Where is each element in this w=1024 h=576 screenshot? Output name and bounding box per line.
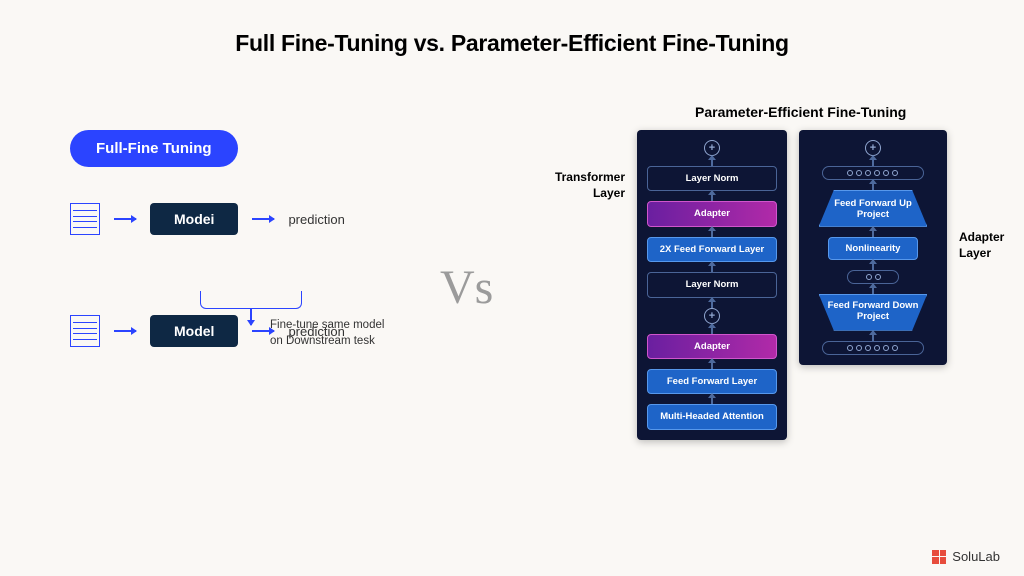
layer-norm-box: Layer Norm [647, 272, 777, 297]
bracket-icon [200, 291, 302, 309]
flow-row-bottom: Model prediction [70, 315, 345, 347]
flow-row-top: Modei prediction [70, 203, 345, 235]
arrow-up-icon [711, 191, 713, 201]
layer-norm-box: Layer Norm [647, 166, 777, 191]
transformer-panel: + Layer Norm Adapter 2X Feed Forward Lay… [637, 130, 787, 440]
vs-label: Vs [440, 260, 493, 315]
model-box-bottom: Model [150, 315, 238, 347]
feed-forward-box: Feed Forward Layer [647, 369, 777, 394]
arrow-up-icon [711, 359, 713, 369]
plus-node-icon: + [704, 308, 720, 324]
diagram-stage: Full-Fine Tuning Modei prediction Fine-t… [0, 90, 1024, 576]
multi-head-attention-box: Multi-Headed Attention [647, 404, 777, 429]
plus-node-icon: + [865, 140, 881, 156]
feed-forward-2x-box: 2X Feed Forward Layer [647, 237, 777, 262]
arrow-up-icon [711, 298, 713, 308]
arrow-right-icon [114, 218, 136, 220]
feed-forward-down-project-box: Feed Forward Down Project [819, 294, 928, 331]
adapter-panel: + Feed Forward Up Project Nonlinearity F… [799, 130, 947, 365]
arrow-up-icon [711, 324, 713, 334]
footer-brand: SoluLab [932, 549, 1000, 564]
arrow-right-icon [252, 218, 274, 220]
arrow-right-icon [114, 330, 136, 332]
prediction-label: prediction [288, 324, 344, 339]
data-sheet-icon [70, 203, 100, 235]
arrow-up-icon [711, 394, 713, 404]
arrow-right-icon [252, 330, 274, 332]
dots-row-icon [822, 166, 924, 180]
transformer-layer-label: Transformer Layer [545, 170, 625, 201]
arrow-up-icon [872, 331, 874, 341]
flow-diagram: Modei prediction Fine-tune same model on… [70, 203, 345, 347]
page-title: Full Fine-Tuning vs. Parameter-Efficient… [0, 0, 1024, 57]
arrow-up-icon [872, 227, 874, 237]
peft-panels-row: Transformer Layer + Layer Norm Adapter 2… [545, 130, 1019, 440]
dots-row-icon [822, 341, 924, 355]
peft-title: Parameter-Efficient Fine-Tuning [695, 104, 1019, 120]
adapter-box: Adapter [647, 201, 777, 226]
arrow-up-icon [711, 262, 713, 272]
brand-text: SoluLab [952, 549, 1000, 564]
nonlinearity-box: Nonlinearity [828, 237, 918, 260]
arrow-up-icon [711, 227, 713, 237]
full-fine-tuning-section: Full-Fine Tuning Modei prediction Fine-t… [70, 130, 345, 347]
feed-forward-up-project-box: Feed Forward Up Project [819, 190, 928, 227]
adapter-box: Adapter [647, 334, 777, 359]
arrow-up-icon [872, 260, 874, 270]
data-sheet-icon [70, 315, 100, 347]
arrow-up-icon [872, 156, 874, 166]
dots-row-short-icon [847, 270, 898, 284]
arrow-up-icon [872, 180, 874, 190]
logo-icon [932, 550, 946, 564]
peft-section: Parameter-Efficient Fine-Tuning Transfor… [545, 90, 1019, 440]
full-fine-tuning-pill: Full-Fine Tuning [70, 130, 238, 167]
prediction-label: prediction [288, 212, 344, 227]
plus-node-icon: + [704, 140, 720, 156]
arrow-up-icon [872, 284, 874, 294]
adapter-layer-label: Adapter Layer [959, 230, 1019, 261]
model-box-top: Modei [150, 203, 238, 235]
arrow-up-icon [711, 156, 713, 166]
